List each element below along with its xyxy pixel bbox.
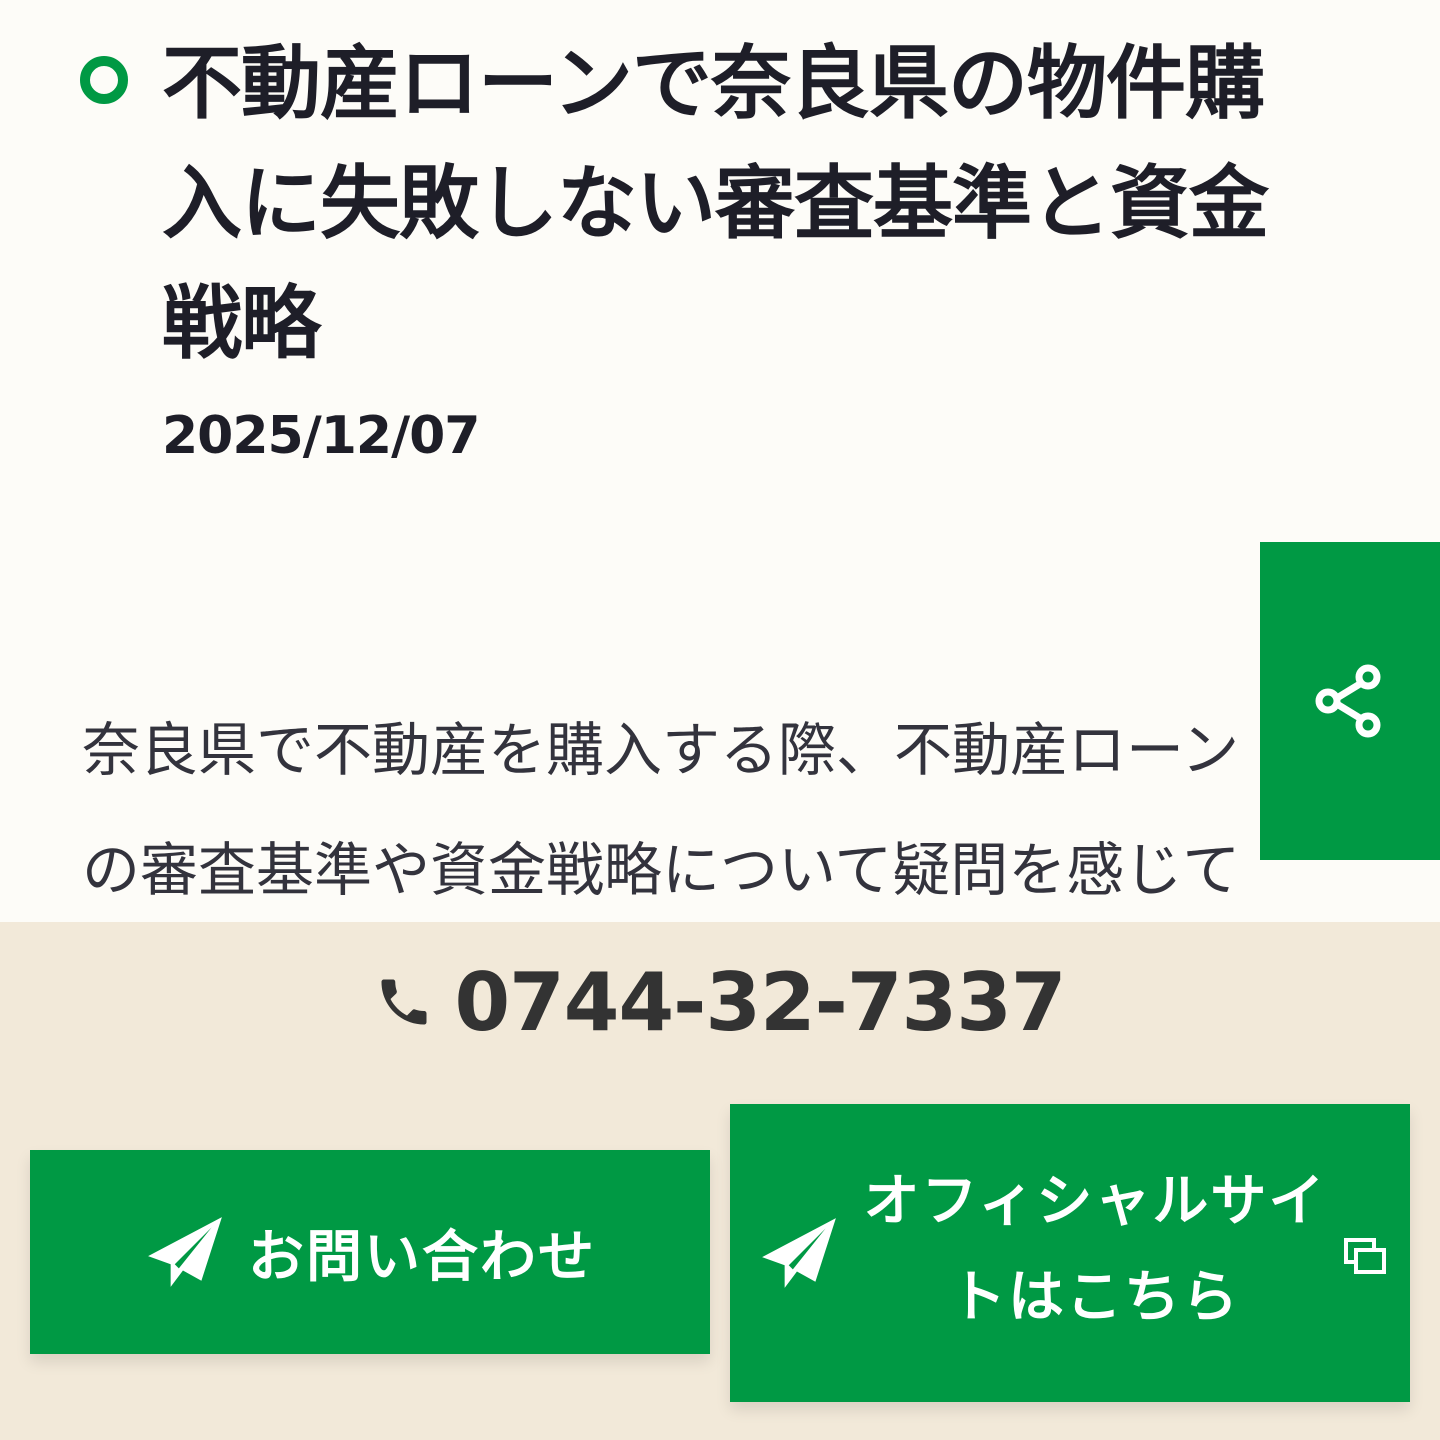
article-body: 奈良県で不動産を購入する際、不動産ローン の審査基準や資金戦略について疑問を感じ… bbox=[82, 690, 1372, 920]
share-icon bbox=[1315, 664, 1381, 738]
official-site-button-label: オフィシャルサイトはこちら bbox=[863, 1169, 1327, 1330]
phone-icon bbox=[381, 979, 427, 1025]
phone-number: 0744-32-7337 bbox=[454, 955, 1066, 1049]
paper-plane-icon bbox=[762, 1218, 836, 1288]
contact-button[interactable]: お問い合わせ bbox=[30, 1150, 710, 1354]
external-window-icon bbox=[1344, 1238, 1386, 1274]
contact-bar: 0744-32-7337 お問い合わせ オフィシャルサイトはこちら bbox=[0, 922, 1440, 1440]
article-title: 不動産ローンで奈良県の物件購入に失敗しない審査基準と資金戦略 bbox=[162, 37, 1269, 370]
page: 不動産ローンで奈良県の物件購入に失敗しない審査基準と資金戦略 2025/12/0… bbox=[0, 0, 1440, 1440]
phone-link[interactable]: 0744-32-7337 bbox=[0, 956, 1440, 1049]
paper-plane-icon bbox=[148, 1217, 222, 1287]
share-button[interactable] bbox=[1260, 542, 1440, 860]
article-body-line: 奈良県で不動産を購入する際、不動産ローン bbox=[82, 716, 1240, 784]
article-date: 2025/12/07 bbox=[162, 406, 480, 466]
title-bullet-icon bbox=[80, 56, 128, 104]
official-site-button[interactable]: オフィシャルサイトはこちら bbox=[730, 1104, 1410, 1402]
contact-button-label: お問い合わせ bbox=[248, 1224, 596, 1290]
article-body-line: の審査基準や資金戦略について疑問を感じて bbox=[82, 836, 1241, 904]
